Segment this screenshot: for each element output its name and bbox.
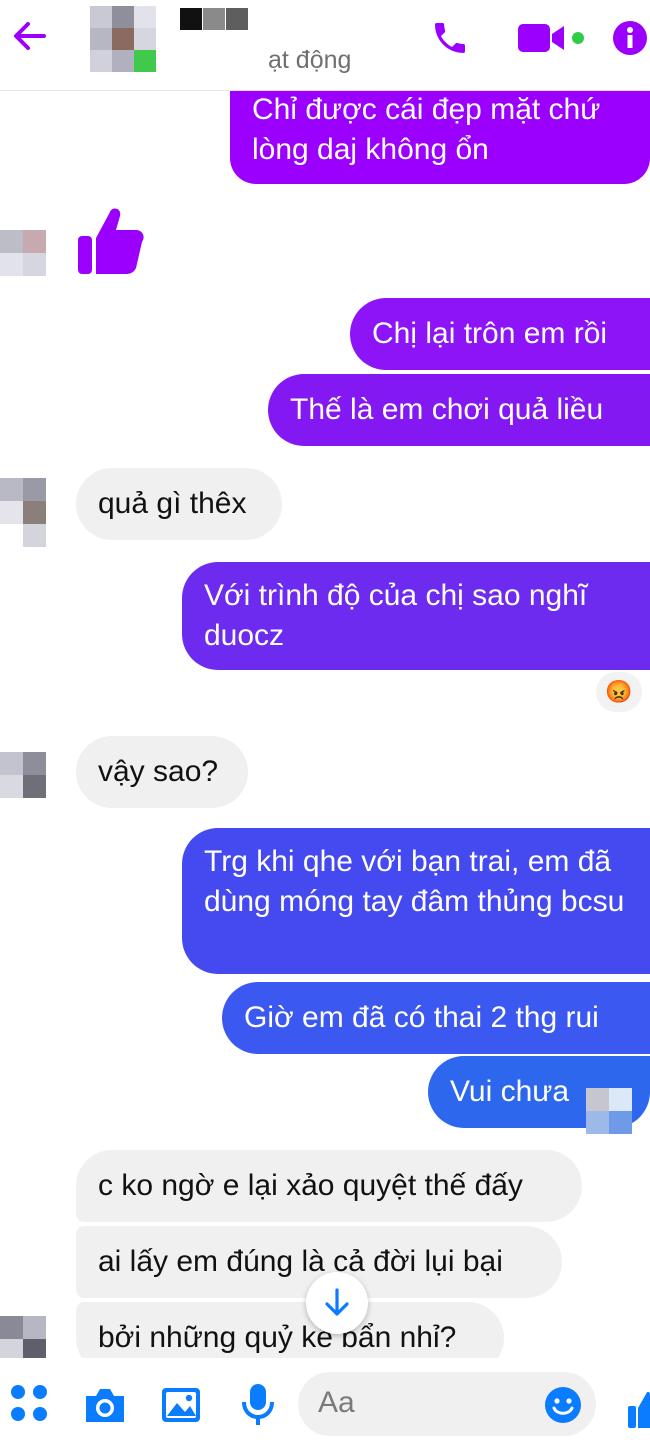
microphone-icon[interactable] xyxy=(240,1382,276,1428)
contact-avatar xyxy=(0,752,46,798)
message-bubble-incoming[interactable]: quả gì thêx xyxy=(76,468,282,540)
message-input-placeholder: Aa xyxy=(318,1386,355,1419)
camera-icon[interactable] xyxy=(82,1386,128,1424)
video-camera-icon[interactable] xyxy=(516,20,588,56)
info-icon[interactable] xyxy=(612,20,648,56)
message-bubble-outgoing[interactable]: Chị lại trôn em rồi xyxy=(350,298,650,370)
message-bubble-incoming[interactable]: c ko ngờ e lại xảo quyệt thế đấy xyxy=(76,1150,582,1222)
grid-dots-icon[interactable] xyxy=(10,1384,50,1424)
phone-icon[interactable] xyxy=(430,18,470,58)
angry-face-icon: 😡 xyxy=(605,679,633,704)
chat-header: ạt động xyxy=(0,0,650,91)
message-bubble-incoming[interactable]: vậy sao? xyxy=(76,736,248,808)
active-status: ạt động xyxy=(268,46,352,74)
contact-avatar xyxy=(0,1316,46,1362)
contact-avatar[interactable] xyxy=(90,6,156,74)
contact-avatar xyxy=(0,478,46,548)
thumbs-up-icon[interactable] xyxy=(76,204,146,276)
message-bubble-outgoing[interactable]: Giờ em đã có thai 2 thg rui xyxy=(222,982,650,1054)
message-input[interactable]: Aa xyxy=(298,1372,596,1436)
message-bubble-outgoing[interactable]: Chỉ được cái đẹp mặt chứ lòng daj không … xyxy=(230,78,650,184)
arrow-left-icon[interactable] xyxy=(8,14,52,58)
scroll-to-bottom-button[interactable] xyxy=(306,1272,368,1334)
image-icon[interactable] xyxy=(160,1386,202,1424)
contact-name-redacted xyxy=(180,8,248,30)
message-reaction[interactable]: 😡 xyxy=(596,672,642,712)
message-bubble-outgoing[interactable]: Với trình độ của chị sao nghĩ duocz xyxy=(182,562,650,670)
message-bubble-outgoing[interactable]: Thế là em chơi quả liều xyxy=(268,374,650,446)
arrow-down-icon xyxy=(325,1288,349,1316)
contact-avatar xyxy=(0,230,46,276)
seen-avatar-redacted xyxy=(586,1088,632,1134)
thumbs-up-icon[interactable] xyxy=(626,1390,650,1428)
message-bubble-outgoing[interactable]: Trg khi qhe với bạn trai, em đã dùng món… xyxy=(182,828,650,974)
smiley-icon[interactable] xyxy=(544,1386,582,1424)
